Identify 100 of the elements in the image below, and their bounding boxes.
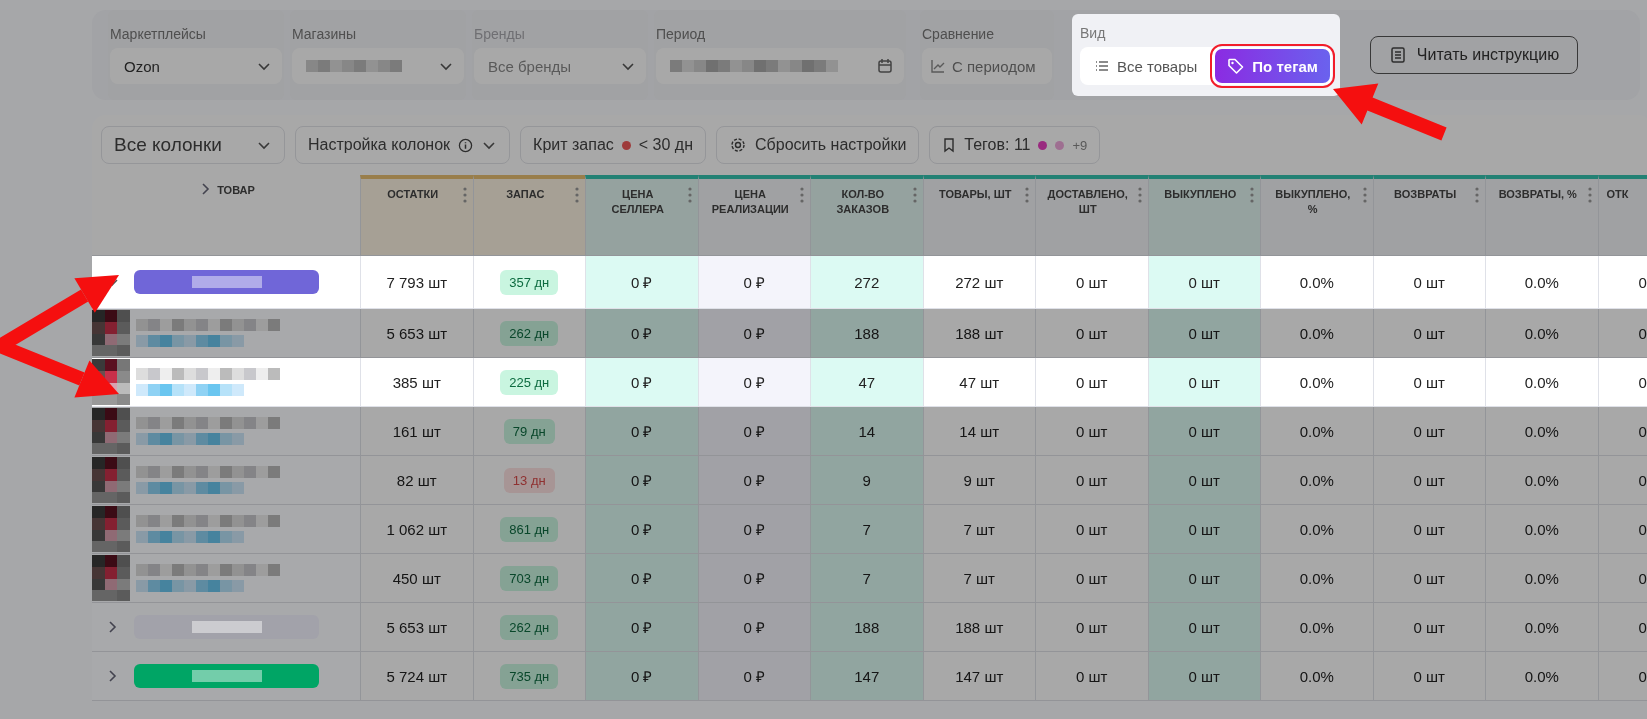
date-range-field[interactable] (656, 48, 904, 84)
table-cell: 5 653 шт (386, 618, 448, 636)
tag-pill[interactable] (134, 664, 319, 688)
column-menu-icon[interactable] (575, 187, 579, 203)
table-cell-text: 0 ₽ (631, 667, 653, 686)
document-icon (1388, 46, 1407, 64)
column-settings-button[interactable]: Настройка колонок (295, 126, 511, 164)
column-header[interactable]: ВЫКУПЛЕНО (1164, 187, 1237, 202)
table-cell: 0 шт (1413, 569, 1445, 587)
table-cell-text: 0 ₽ (743, 618, 765, 637)
table-cell-text: 0 ₽ (743, 373, 765, 392)
table-cell: 0 шт (1076, 273, 1108, 291)
column-menu-icon[interactable] (1362, 187, 1367, 203)
table-cell: 0.0% (1299, 520, 1334, 538)
table-cell: 0 (1638, 569, 1647, 587)
table-cell: 147 (854, 667, 880, 685)
filter-label: Маркетплейсы (110, 26, 207, 42)
table-cell-text: 0 ₽ (743, 520, 765, 539)
table-cell: 0.0% (1299, 569, 1334, 587)
table-cell: 450 шт (392, 569, 441, 587)
column-header[interactable]: ТОВАРЫ, ШТ (939, 187, 1012, 202)
column-menu-icon[interactable] (687, 187, 692, 203)
table-row[interactable]: 5 724 шт 735 дн 0 ₽ 0 ₽ 147 147 шт 0 шт 0 шт 0.0% 0 шт 0.0% 0 (92, 652, 1647, 701)
stock-days-badge: 262 дн (500, 614, 559, 640)
tag-dot (1055, 140, 1065, 150)
table-cell: 47 (858, 373, 876, 391)
column-menu-icon[interactable] (1475, 187, 1479, 203)
column-header[interactable]: ВОЗВРАТЫ, % (1498, 187, 1577, 202)
column-header[interactable]: ВОЗВРАТЫ (1394, 187, 1457, 202)
column-menu-icon[interactable] (912, 187, 917, 203)
table-cell-text: 0 ₽ (631, 422, 653, 441)
compare-button[interactable]: С периодом (922, 48, 1052, 84)
table-cell-text: 0 ₽ (743, 667, 765, 686)
column-menu-icon[interactable] (1587, 187, 1592, 203)
table-cell: 188 (854, 618, 880, 636)
column-menu-icon[interactable] (462, 187, 467, 203)
table-cell: 0.0% (1524, 569, 1559, 587)
table-cell: 0 шт (1076, 373, 1108, 391)
table-cell: 7 шт (963, 569, 995, 587)
table-cell: 0 шт (1188, 520, 1220, 538)
table-cell: 9 шт (963, 471, 995, 489)
table-row[interactable]: 1 062 шт 861 дн 0 ₽ 0 ₽ 7 7 шт 0 шт 0 шт 0.0% 0 шт 0.0% 0 (92, 505, 1647, 554)
tag-pill[interactable] (134, 615, 319, 639)
column-menu-icon[interactable] (1250, 187, 1254, 203)
table-cell-text: 0 ₽ (631, 618, 653, 637)
table-cell: 0.0% (1524, 618, 1559, 636)
table-row[interactable]: 5 653 шт 262 дн 0 ₽ 0 ₽ 188 188 шт 0 шт 0 шт 0.0% 0 шт 0.0% 0 (92, 309, 1647, 358)
table-cell: 0 (1638, 273, 1647, 291)
table-cell: 272 (854, 273, 880, 291)
critical-stock-button[interactable]: Крит запас < 30 дн (520, 126, 707, 164)
table-row[interactable]: 5 653 шт 262 дн 0 ₽ 0 ₽ 188 188 шт 0 шт 0 шт 0.0% 0 шт 0.0% 0 (92, 603, 1647, 652)
table-cell: 0 шт (1413, 324, 1445, 342)
instructions-button[interactable]: Читать инструкцию (1369, 36, 1579, 74)
table-cell-text: 0 ₽ (631, 273, 653, 292)
table-row[interactable]: 82 шт 13 дн 0 ₽ 0 ₽ 9 9 шт 0 шт 0 шт 0.0% 0 шт 0.0% 0 (92, 456, 1647, 505)
table-cell: 0 (1638, 618, 1647, 636)
dropdown[interactable] (292, 48, 464, 84)
table-cell: 0 шт (1413, 667, 1445, 685)
column-header[interactable]: ЗАПАС (506, 187, 545, 202)
table-cell-text: 0 ₽ (743, 422, 765, 441)
table-row[interactable]: 161 шт 79 дн 0 ₽ 0 ₽ 14 14 шт 0 шт 0 шт 0.0% 0 шт 0.0% 0 (92, 407, 1647, 456)
tag-pill[interactable] (134, 270, 319, 294)
column-header[interactable]: ОСТАТКИ (387, 187, 439, 202)
table-cell: 188 (854, 324, 880, 342)
stock-days-badge: 861 дн (500, 516, 559, 542)
table-cell: 0 шт (1076, 471, 1108, 489)
table-cell: 0 шт (1076, 324, 1108, 342)
table-cell: 0 шт (1076, 569, 1108, 587)
column-menu-icon[interactable] (1025, 187, 1029, 203)
table-cell: 7 793 шт (386, 273, 448, 291)
tags-button[interactable]: Тегов: 11 +9 (929, 126, 1101, 164)
table-cell: 0 шт (1188, 373, 1220, 391)
column-header[interactable]: ТОВАР (217, 181, 255, 196)
info-icon (458, 137, 474, 153)
stock-days-badge: 13 дн (503, 467, 555, 493)
table-row[interactable]: 7 793 шт 357 дн 0 ₽ 0 ₽ 272 272 шт 0 шт 0 шт 0.0% 0 шт 0.0% 0 (92, 256, 1647, 309)
columns-dropdown[interactable]: Все колонки (101, 126, 285, 164)
dropdown[interactable]: Ozon (110, 48, 282, 84)
column-header[interactable]: ОТК (1606, 187, 1629, 202)
table-row[interactable]: 450 шт 703 дн 0 ₽ 0 ₽ 7 7 шт 0 шт 0 шт 0.0% 0 шт 0.0% 0 (92, 554, 1647, 603)
view-tab[interactable]: Все товары (1082, 49, 1210, 83)
table-row[interactable]: 385 шт 225 дн 0 ₽ 0 ₽ 47 47 шт 0 шт 0 шт 0.0% 0 шт 0.0% 0 (92, 358, 1647, 407)
table-cell: 0 шт (1413, 618, 1445, 636)
status-dot (621, 140, 631, 150)
table-cell: 0 (1638, 520, 1647, 538)
table-cell: 0 шт (1188, 273, 1220, 291)
reset-settings-button[interactable]: Сбросить настройки (716, 126, 920, 164)
column-menu-icon[interactable] (800, 187, 804, 203)
table-cell: 82 шт (396, 471, 437, 489)
table-cell: 0.0% (1299, 471, 1334, 489)
stock-days-badge: 357 дн (500, 269, 559, 295)
chart-icon (930, 58, 946, 74)
table-cell: 0 шт (1188, 618, 1220, 636)
table-cell: 0 (1638, 422, 1647, 440)
table-cell: 272 шт (955, 273, 1004, 291)
column-menu-icon[interactable] (1137, 187, 1142, 203)
table-cell: 0 шт (1413, 273, 1445, 291)
tag-dot (1038, 140, 1048, 150)
table-cell: 47 шт (959, 373, 1000, 391)
table-cell: 14 (858, 422, 876, 440)
